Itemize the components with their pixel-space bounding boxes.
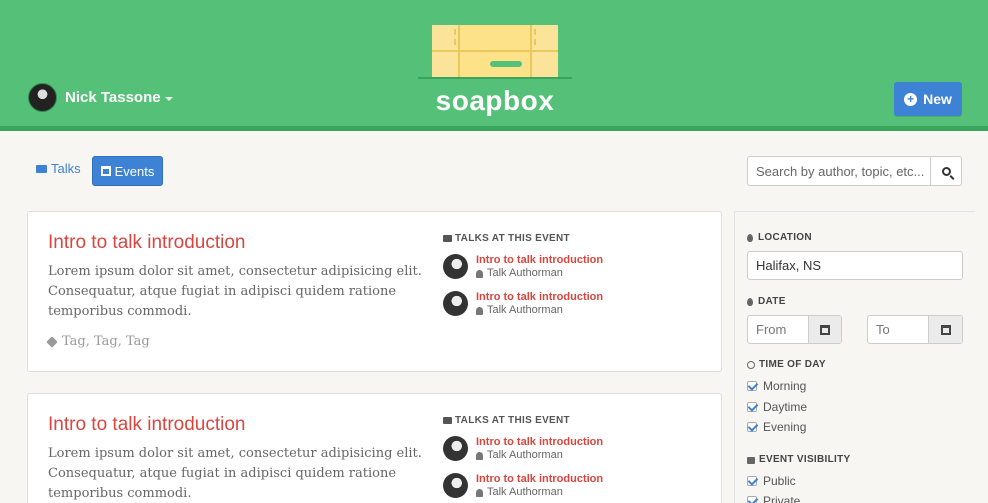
talk-item: Intro to talk introduction Talk Authorma… <box>443 291 603 317</box>
talk-item: Intro to talk introduction Talk Authorma… <box>443 473 603 499</box>
tab-events[interactable]: Events <box>92 156 163 186</box>
header-divider <box>0 126 988 131</box>
user-icon <box>476 488 483 497</box>
event-tags-text: Tag, Tag, Tag <box>62 334 150 349</box>
checkbox-label: Private <box>763 494 801 503</box>
tab-talks[interactable]: Talks <box>36 161 81 176</box>
talk-author: Talk Authorman <box>476 486 603 499</box>
talk-author: Talk Authorman <box>476 304 603 317</box>
date-label-text: DATE <box>758 296 786 307</box>
checkbox-daytime[interactable]: Daytime <box>747 400 807 414</box>
search-input[interactable] <box>748 157 930 185</box>
date-to-picker-button[interactable] <box>928 316 962 343</box>
talk-author-name: Talk Authorman <box>487 304 563 316</box>
chevron-down-icon <box>164 96 173 101</box>
checkbox-checked[interactable] <box>747 496 757 503</box>
checkbox-label: Public <box>763 474 796 488</box>
talk-title-link[interactable]: Intro to talk introduction <box>476 254 603 267</box>
user-name: Nick Tassone <box>65 89 161 106</box>
talk-author-name: Talk Authorman <box>487 267 563 279</box>
checkbox-private[interactable]: Private <box>747 494 800 503</box>
event-card: Intro to talk introduction Lorem ipsum d… <box>27 393 722 503</box>
talks-heading-text: TALKS AT THIS EVENT <box>455 415 570 426</box>
tab-events-label: Events <box>114 163 155 179</box>
calendar-icon <box>100 166 111 176</box>
soapbox-crate-icon <box>418 25 572 79</box>
comment-icon <box>443 417 452 424</box>
event-title[interactable]: Intro to talk introduction <box>48 232 246 254</box>
checkbox-evening[interactable]: Evening <box>747 420 806 434</box>
event-description: Lorem ipsum dolor sit amet, consectetur … <box>48 264 422 319</box>
talks-heading: TALKS AT THIS EVENT <box>443 233 570 244</box>
event-description: Lorem ipsum dolor sit amet, consectetur … <box>48 446 422 501</box>
checkbox-checked[interactable] <box>747 422 757 432</box>
calendar-icon <box>940 324 951 335</box>
sidebar-divider <box>735 211 975 212</box>
date-from-input[interactable] <box>748 316 808 343</box>
checkbox-label: Morning <box>763 379 807 393</box>
date-label: DATE <box>747 296 786 307</box>
avatar <box>443 254 468 279</box>
tab-talks-label: Talks <box>51 161 81 176</box>
event-title[interactable]: Intro to talk introduction <box>48 414 246 436</box>
logo-text: soapbox <box>435 85 555 116</box>
checkbox-checked[interactable] <box>747 381 757 391</box>
avatar <box>28 83 57 112</box>
clock-icon <box>747 360 755 369</box>
location-label-text: LOCATION <box>758 232 812 243</box>
date-from-picker-button[interactable] <box>808 316 841 343</box>
lock-icon <box>747 457 755 464</box>
event-visibility-label-text: EVENT VISIBILITY <box>759 454 851 465</box>
map-marker-icon <box>747 233 753 242</box>
time-of-day-label-text: TIME OF DAY <box>759 359 826 370</box>
plus-icon: + <box>904 92 918 106</box>
talk-author-name: Talk Authorman <box>487 486 563 498</box>
comment-icon <box>36 164 47 173</box>
talk-item: Intro to talk introduction Talk Authorma… <box>443 254 603 280</box>
checkbox-checked[interactable] <box>747 402 757 412</box>
user-icon <box>476 451 483 460</box>
new-button[interactable]: + New <box>894 82 962 116</box>
checkbox-label: Evening <box>763 420 807 434</box>
date-to-input[interactable] <box>868 316 928 343</box>
search-icon <box>941 166 951 176</box>
talks-heading: TALKS AT THIS EVENT <box>443 415 570 426</box>
app-header: Nick Tassone soapbox + New <box>0 0 988 126</box>
comment-icon <box>443 235 452 242</box>
talks-heading-text: TALKS AT THIS EVENT <box>455 233 570 244</box>
talk-title-link[interactable]: Intro to talk introduction <box>476 473 603 486</box>
calendar-icon <box>820 324 830 335</box>
event-tags: Tag, Tag, Tag <box>46 334 150 349</box>
checkbox-public[interactable]: Public <box>747 474 796 488</box>
search-box <box>747 156 962 186</box>
logo: soapbox <box>418 23 572 123</box>
new-button-label: New <box>923 91 952 107</box>
avatar <box>443 436 468 461</box>
search-button[interactable] <box>930 157 961 185</box>
event-visibility-label: EVENT VISIBILITY <box>747 454 850 465</box>
date-to-group <box>867 315 963 344</box>
sidebar-border <box>734 211 735 503</box>
checkbox-label: Daytime <box>763 400 808 414</box>
event-card: Intro to talk introduction Lorem ipsum d… <box>27 211 722 372</box>
talk-author-name: Talk Authorman <box>487 449 563 461</box>
time-of-day-label: TIME OF DAY <box>747 359 826 370</box>
talk-author: Talk Authorman <box>476 267 603 280</box>
map-marker-icon <box>747 297 753 306</box>
date-from-group <box>747 315 842 344</box>
tag-icon <box>46 335 58 348</box>
user-icon <box>476 306 483 315</box>
location-label: LOCATION <box>747 232 812 243</box>
talk-author: Talk Authorman <box>476 449 603 462</box>
talk-title-link[interactable]: Intro to talk introduction <box>476 291 603 304</box>
checkbox-morning[interactable]: Morning <box>747 379 806 393</box>
location-input[interactable] <box>747 251 963 280</box>
talk-title-link[interactable]: Intro to talk introduction <box>476 436 603 449</box>
talk-item: Intro to talk introduction Talk Authorma… <box>443 436 603 462</box>
avatar <box>443 291 468 316</box>
avatar <box>443 473 468 498</box>
checkbox-checked[interactable] <box>747 476 757 486</box>
user-menu[interactable]: Nick Tassone <box>28 83 173 112</box>
user-icon <box>476 269 483 278</box>
